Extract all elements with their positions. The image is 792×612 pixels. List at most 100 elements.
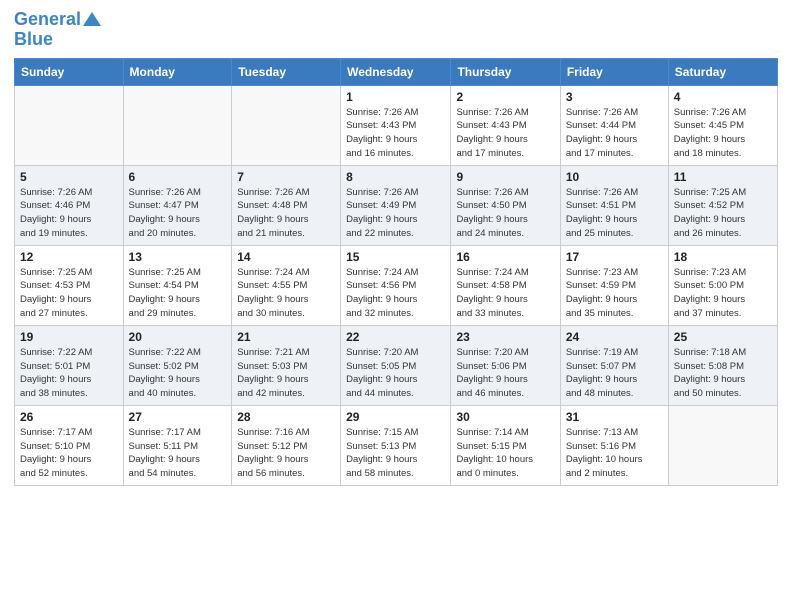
calendar-cell: 26 Sunrise: 7:17 AM Sunset: 5:10 PM Dayli… — [15, 405, 124, 485]
calendar-cell: 22Sunrise: 7:20 AM Sunset: 5:05 PM Dayli… — [341, 325, 451, 405]
day-number: 26 — [20, 410, 118, 424]
day-number: 1 — [346, 90, 445, 104]
logo-icon — [83, 10, 101, 28]
calendar-cell: 16 Sunrise: 7:24 AM Sunset: 4:58 PM Dayli… — [451, 245, 560, 325]
day-info: Sunrise: 7:21 AM Sunset: 5:03 PM Dayligh… — [237, 346, 335, 401]
day-number: 23 — [456, 330, 554, 344]
weekday-header-wednesday: Wednesday — [341, 58, 451, 85]
week-row-4: 26 Sunrise: 7:17 AM Sunset: 5:10 PM Dayli… — [15, 405, 778, 485]
calendar-cell: 10 Sunrise: 7:26 AM Sunset: 4:51 PM Dayli… — [560, 165, 668, 245]
day-number: 15 — [346, 250, 445, 264]
weekday-header-saturday: Saturday — [668, 58, 777, 85]
day-number: 25 — [674, 330, 772, 344]
logo-general: General — [14, 9, 81, 29]
calendar-cell: 5 Sunrise: 7:26 AM Sunset: 4:46 PM Daylig… — [15, 165, 124, 245]
page: General Blue SundayMondayTuesdayWednesda… — [0, 0, 792, 612]
day-number: 11 — [674, 170, 772, 184]
day-info: Sunrise: 7:14 AM Sunset: 5:15 PM Dayligh… — [456, 426, 554, 481]
day-info: Sunrise: 7:25 AM Sunset: 4:54 PM Dayligh… — [129, 266, 227, 321]
week-row-0: 1Sunrise: 7:26 AM Sunset: 4:43 PM Daylig… — [15, 85, 778, 165]
weekday-header-monday: Monday — [123, 58, 232, 85]
weekday-header-friday: Friday — [560, 58, 668, 85]
calendar-cell: 4Sunrise: 7:26 AM Sunset: 4:45 PM Daylig… — [668, 85, 777, 165]
calendar-cell: 8 Sunrise: 7:26 AM Sunset: 4:49 PM Daylig… — [341, 165, 451, 245]
day-number: 28 — [237, 410, 335, 424]
calendar-cell: 2Sunrise: 7:26 AM Sunset: 4:43 PM Daylig… — [451, 85, 560, 165]
day-info: Sunrise: 7:17 AM Sunset: 5:11 PM Dayligh… — [129, 426, 227, 481]
calendar-cell: 11 Sunrise: 7:25 AM Sunset: 4:52 PM Dayli… — [668, 165, 777, 245]
calendar-cell: 24 Sunrise: 7:19 AM Sunset: 5:07 PM Dayli… — [560, 325, 668, 405]
day-number: 17 — [566, 250, 663, 264]
logo-blue: Blue — [14, 30, 53, 50]
day-number: 19 — [20, 330, 118, 344]
weekday-header-row: SundayMondayTuesdayWednesdayThursdayFrid… — [15, 58, 778, 85]
calendar-cell: 6Sunrise: 7:26 AM Sunset: 4:47 PM Daylig… — [123, 165, 232, 245]
logo: General Blue — [14, 10, 101, 50]
logo-text: General — [14, 10, 81, 30]
calendar-cell: 9 Sunrise: 7:26 AM Sunset: 4:50 PM Daylig… — [451, 165, 560, 245]
day-info: Sunrise: 7:18 AM Sunset: 5:08 PM Dayligh… — [674, 346, 772, 401]
calendar-cell: 13 Sunrise: 7:25 AM Sunset: 4:54 PM Dayli… — [123, 245, 232, 325]
day-info: Sunrise: 7:26 AM Sunset: 4:48 PM Dayligh… — [237, 186, 335, 241]
day-info: Sunrise: 7:24 AM Sunset: 4:55 PM Dayligh… — [237, 266, 335, 321]
calendar-cell: 28 Sunrise: 7:16 AM Sunset: 5:12 PM Dayli… — [232, 405, 341, 485]
header: General Blue — [14, 10, 778, 50]
week-row-3: 19 Sunrise: 7:22 AM Sunset: 5:01 PM Dayli… — [15, 325, 778, 405]
day-number: 18 — [674, 250, 772, 264]
day-info: Sunrise: 7:26 AM Sunset: 4:44 PM Dayligh… — [566, 106, 663, 161]
day-info: Sunrise: 7:26 AM Sunset: 4:49 PM Dayligh… — [346, 186, 445, 241]
calendar-cell — [668, 405, 777, 485]
calendar-cell: 12Sunrise: 7:25 AM Sunset: 4:53 PM Dayli… — [15, 245, 124, 325]
day-info: Sunrise: 7:13 AM Sunset: 5:16 PM Dayligh… — [566, 426, 663, 481]
day-number: 24 — [566, 330, 663, 344]
day-number: 7 — [237, 170, 335, 184]
day-number: 10 — [566, 170, 663, 184]
weekday-header-tuesday: Tuesday — [232, 58, 341, 85]
day-info: Sunrise: 7:25 AM Sunset: 4:52 PM Dayligh… — [674, 186, 772, 241]
day-info: Sunrise: 7:19 AM Sunset: 5:07 PM Dayligh… — [566, 346, 663, 401]
day-info: Sunrise: 7:17 AM Sunset: 5:10 PM Dayligh… — [20, 426, 118, 481]
day-number: 22 — [346, 330, 445, 344]
day-info: Sunrise: 7:25 AM Sunset: 4:53 PM Dayligh… — [20, 266, 118, 321]
calendar-cell: 30 Sunrise: 7:14 AM Sunset: 5:15 PM Dayli… — [451, 405, 560, 485]
calendar-cell: 23 Sunrise: 7:20 AM Sunset: 5:06 PM Dayli… — [451, 325, 560, 405]
calendar: SundayMondayTuesdayWednesdayThursdayFrid… — [14, 58, 778, 486]
calendar-cell: 18Sunrise: 7:23 AM Sunset: 5:00 PM Dayli… — [668, 245, 777, 325]
calendar-cell: 21 Sunrise: 7:21 AM Sunset: 5:03 PM Dayli… — [232, 325, 341, 405]
day-number: 2 — [456, 90, 554, 104]
day-info: Sunrise: 7:24 AM Sunset: 4:56 PM Dayligh… — [346, 266, 445, 321]
day-number: 16 — [456, 250, 554, 264]
calendar-cell: 3 Sunrise: 7:26 AM Sunset: 4:44 PM Daylig… — [560, 85, 668, 165]
day-info: Sunrise: 7:15 AM Sunset: 5:13 PM Dayligh… — [346, 426, 445, 481]
day-info: Sunrise: 7:22 AM Sunset: 5:02 PM Dayligh… — [129, 346, 227, 401]
weekday-header-thursday: Thursday — [451, 58, 560, 85]
day-info: Sunrise: 7:26 AM Sunset: 4:50 PM Dayligh… — [456, 186, 554, 241]
calendar-cell: 20Sunrise: 7:22 AM Sunset: 5:02 PM Dayli… — [123, 325, 232, 405]
day-number: 3 — [566, 90, 663, 104]
calendar-cell: 27Sunrise: 7:17 AM Sunset: 5:11 PM Dayli… — [123, 405, 232, 485]
day-info: Sunrise: 7:26 AM Sunset: 4:45 PM Dayligh… — [674, 106, 772, 161]
day-number: 31 — [566, 410, 663, 424]
day-number: 8 — [346, 170, 445, 184]
week-row-1: 5 Sunrise: 7:26 AM Sunset: 4:46 PM Daylig… — [15, 165, 778, 245]
calendar-cell: 19 Sunrise: 7:22 AM Sunset: 5:01 PM Dayli… — [15, 325, 124, 405]
calendar-cell — [123, 85, 232, 165]
day-number: 21 — [237, 330, 335, 344]
day-number: 30 — [456, 410, 554, 424]
day-info: Sunrise: 7:16 AM Sunset: 5:12 PM Dayligh… — [237, 426, 335, 481]
day-info: Sunrise: 7:20 AM Sunset: 5:06 PM Dayligh… — [456, 346, 554, 401]
day-info: Sunrise: 7:26 AM Sunset: 4:51 PM Dayligh… — [566, 186, 663, 241]
calendar-cell: 17 Sunrise: 7:23 AM Sunset: 4:59 PM Dayli… — [560, 245, 668, 325]
calendar-cell: 1Sunrise: 7:26 AM Sunset: 4:43 PM Daylig… — [341, 85, 451, 165]
day-info: Sunrise: 7:24 AM Sunset: 4:58 PM Dayligh… — [456, 266, 554, 321]
day-info: Sunrise: 7:26 AM Sunset: 4:46 PM Dayligh… — [20, 186, 118, 241]
calendar-cell — [232, 85, 341, 165]
day-info: Sunrise: 7:22 AM Sunset: 5:01 PM Dayligh… — [20, 346, 118, 401]
calendar-cell: 25 Sunrise: 7:18 AM Sunset: 5:08 PM Dayli… — [668, 325, 777, 405]
day-number: 5 — [20, 170, 118, 184]
day-number: 13 — [129, 250, 227, 264]
day-info: Sunrise: 7:26 AM Sunset: 4:47 PM Dayligh… — [129, 186, 227, 241]
day-info: Sunrise: 7:23 AM Sunset: 4:59 PM Dayligh… — [566, 266, 663, 321]
calendar-cell: 31 Sunrise: 7:13 AM Sunset: 5:16 PM Dayli… — [560, 405, 668, 485]
day-number: 9 — [456, 170, 554, 184]
